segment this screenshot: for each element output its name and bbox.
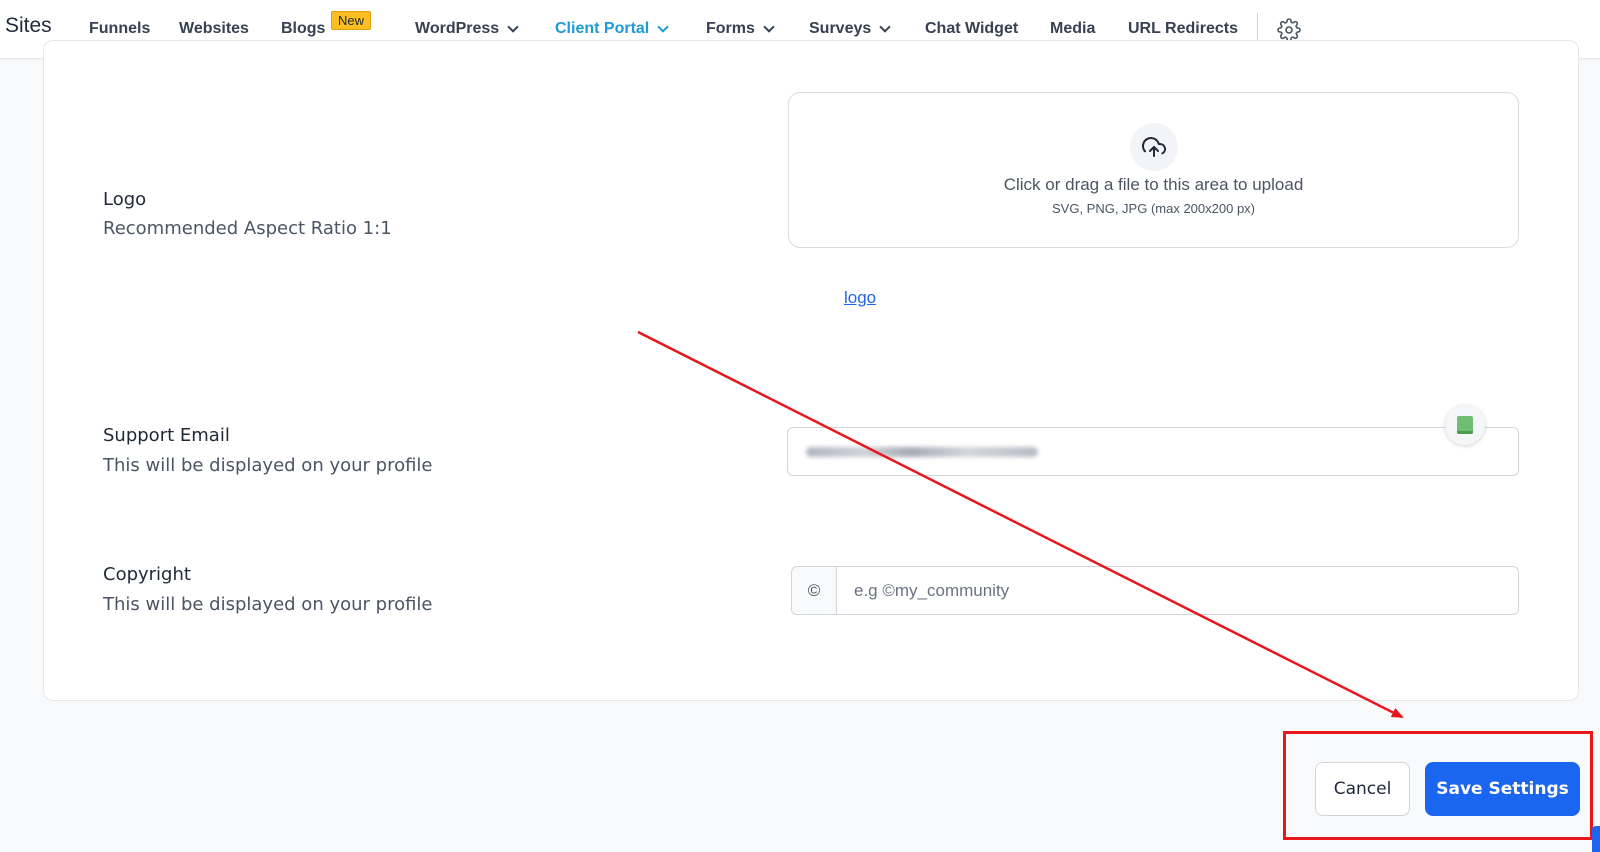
corner-widget-edge bbox=[1592, 826, 1600, 852]
chevron-down-icon bbox=[507, 20, 519, 33]
new-badge: New bbox=[331, 11, 372, 30]
upload-instructions: Click or drag a file to this area to upl… bbox=[1003, 175, 1304, 194]
support-email-sublabel: This will be displayed on your profile bbox=[103, 455, 433, 476]
chevron-down-icon bbox=[879, 20, 891, 33]
nav-item-wordpress[interactable]: WordPress bbox=[415, 20, 519, 38]
nav-item-label: Blogs bbox=[281, 20, 326, 37]
nav-item-media[interactable]: Media bbox=[1050, 20, 1095, 38]
copyright-symbol-addon: © bbox=[792, 567, 837, 614]
password-manager-icon[interactable] bbox=[1445, 405, 1485, 445]
nav-item-url-redirects[interactable]: URL Redirects bbox=[1128, 20, 1238, 38]
nav-item-label: Client Portal bbox=[555, 20, 650, 37]
logo-upload-dropzone[interactable]: Click or drag a file to this area to upl… bbox=[788, 92, 1519, 248]
support-email-field[interactable] bbox=[787, 427, 1519, 476]
brand-title: Sites bbox=[5, 14, 52, 37]
nav-item-websites[interactable]: Websites bbox=[179, 20, 249, 38]
nav-item-label: WordPress bbox=[415, 20, 500, 37]
nav-item-label: URL Redirects bbox=[1128, 20, 1238, 37]
upload-format-hint: SVG, PNG, JPG (max 200x200 px) bbox=[1051, 201, 1256, 216]
logo-sublabel: Recommended Aspect Ratio 1:1 bbox=[103, 218, 392, 239]
nav-item-client-portal[interactable]: Client Portal bbox=[555, 20, 669, 38]
nav-item-forms[interactable]: Forms bbox=[706, 20, 775, 38]
copyright-input-group: © bbox=[791, 566, 1519, 615]
nav-item-label: Chat Widget bbox=[925, 20, 1019, 37]
chevron-down-icon bbox=[763, 20, 775, 33]
nav-item-chat-widget[interactable]: Chat Widget bbox=[925, 20, 1018, 38]
cloud-upload-icon bbox=[1130, 123, 1178, 171]
nav-item-funnels[interactable]: Funnels bbox=[89, 20, 150, 38]
nav-item-blogs[interactable]: Blogs bbox=[281, 20, 325, 38]
copyright-label: Copyright bbox=[103, 564, 191, 585]
nav-item-surveys[interactable]: Surveys bbox=[809, 20, 891, 38]
nav-item-label: Media bbox=[1050, 20, 1096, 37]
nav-item-label: Funnels bbox=[89, 20, 151, 37]
redacted-email-value bbox=[806, 447, 1038, 457]
support-email-label: Support Email bbox=[103, 425, 230, 446]
nav-item-label: Forms bbox=[706, 20, 755, 37]
copyright-input[interactable] bbox=[837, 567, 1518, 614]
nav-item-label: Websites bbox=[179, 20, 249, 37]
copyright-sublabel: This will be displayed on your profile bbox=[103, 594, 433, 615]
logo-label: Logo bbox=[103, 189, 147, 210]
nav-item-label: Surveys bbox=[809, 20, 872, 37]
annotation-highlight-box bbox=[1283, 731, 1593, 840]
gear-icon[interactable] bbox=[1277, 18, 1301, 42]
chevron-down-icon bbox=[657, 20, 669, 33]
logo-file-link[interactable]: logo bbox=[844, 288, 876, 308]
